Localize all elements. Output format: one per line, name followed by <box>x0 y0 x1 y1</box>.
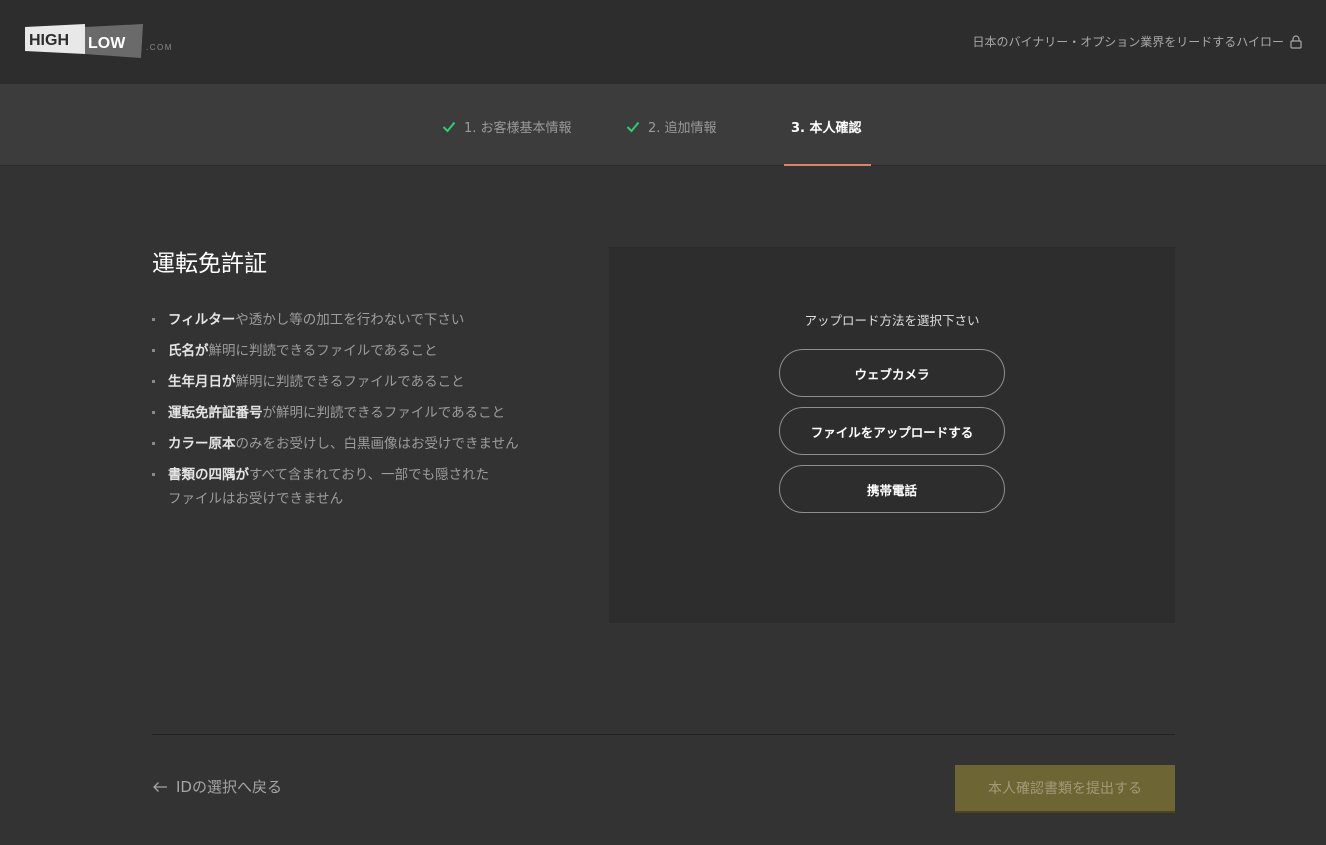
list-item: 書類の四隅がすべて含まれており、一部でも隠されたファイルはお受けできません <box>152 463 552 511</box>
mobile-phone-button[interactable]: 携帯電話 <box>779 465 1005 513</box>
logo-word-low: LOW <box>88 35 126 52</box>
requirement-emphasis: フィルター <box>168 312 236 328</box>
requirement-text: 鮮明に判読できるファイルであること <box>235 374 465 390</box>
requirement-text: すべて含まれており、一部でも隠された <box>249 467 490 483</box>
step-basic-info[interactable]: 1. お客様基本情報 <box>442 117 572 136</box>
list-item: 氏名が鮮明に判読できるファイルであること <box>152 339 552 363</box>
requirement-text: や透かし等の加工を行わないで下さい <box>235 312 465 328</box>
active-step-underline <box>784 164 871 166</box>
requirement-emphasis: 運転免許証番号 <box>168 405 263 421</box>
requirement-emphasis: 生年月日が <box>168 374 236 390</box>
step-label: 3. 本人確認 <box>791 121 862 136</box>
step-label: 1. お客様基本情報 <box>464 121 572 136</box>
webcam-button[interactable]: ウェブカメラ <box>779 349 1005 397</box>
list-item: カラー原本のみをお受けし、白黒画像はお受けできません <box>152 432 552 456</box>
logo-word-high: HIGH <box>29 32 69 49</box>
tagline-text: 日本のバイナリー・オプション業界をリードするハイロー <box>972 35 1284 49</box>
requirement-text: のみをお受けし、白黒画像はお受けできません <box>235 436 519 452</box>
step-identity-verification[interactable]: 3. 本人確認 <box>791 117 862 136</box>
list-item: 生年月日が鮮明に判読できるファイルであること <box>152 370 552 394</box>
upload-panel: アップロード方法を選択下さい ウェブカメラ ファイルをアップロードする 携帯電話 <box>609 247 1175 623</box>
registration-steps: 1. お客様基本情報 2. 追加情報 3. 本人確認 <box>0 84 1326 166</box>
check-icon <box>626 121 640 133</box>
file-upload-button[interactable]: ファイルをアップロードする <box>779 407 1005 455</box>
back-link-label: IDの選択へ戻る <box>176 778 282 796</box>
step-additional-info[interactable]: 2. 追加情報 <box>626 117 717 136</box>
requirement-text: 鮮明に判読できるファイルであること <box>208 343 438 359</box>
requirement-text: が鮮明に判読できるファイルであること <box>262 405 506 421</box>
requirement-text: ファイルはお受けできません <box>168 491 344 507</box>
lock-icon <box>1290 34 1302 49</box>
list-item: 運転免許証番号が鮮明に判読できるファイルであること <box>152 401 552 425</box>
requirement-emphasis: 氏名が <box>168 343 209 359</box>
requirement-emphasis: カラー原本 <box>168 436 236 452</box>
highlow-logo[interactable]: HIGH LOW .COM <box>25 24 185 60</box>
arrow-left-icon <box>152 781 168 793</box>
back-to-id-selection-link[interactable]: IDの選択へ戻る <box>152 776 282 797</box>
top-header: HIGH LOW .COM 日本のバイナリー・オプション業界をリードするハイロー <box>0 0 1326 84</box>
header-tagline: 日本のバイナリー・オプション業界をリードするハイロー <box>972 33 1302 50</box>
requirement-emphasis: 書類の四隅が <box>168 467 249 483</box>
footer-divider <box>152 734 1175 735</box>
list-item: フィルターや透かし等の加工を行わないで下さい <box>152 308 552 332</box>
submit-documents-button[interactable]: 本人確認書類を提出する <box>955 765 1175 813</box>
document-title: 運転免許証 <box>152 251 267 277</box>
step-label: 2. 追加情報 <box>648 121 717 136</box>
check-icon <box>442 121 456 133</box>
upload-prompt: アップロード方法を選択下さい <box>804 313 980 328</box>
requirements-list: フィルターや透かし等の加工を行わないで下さい 氏名が鮮明に判読できるファイルであ… <box>152 308 552 518</box>
logo-suffix: .COM <box>146 43 173 52</box>
